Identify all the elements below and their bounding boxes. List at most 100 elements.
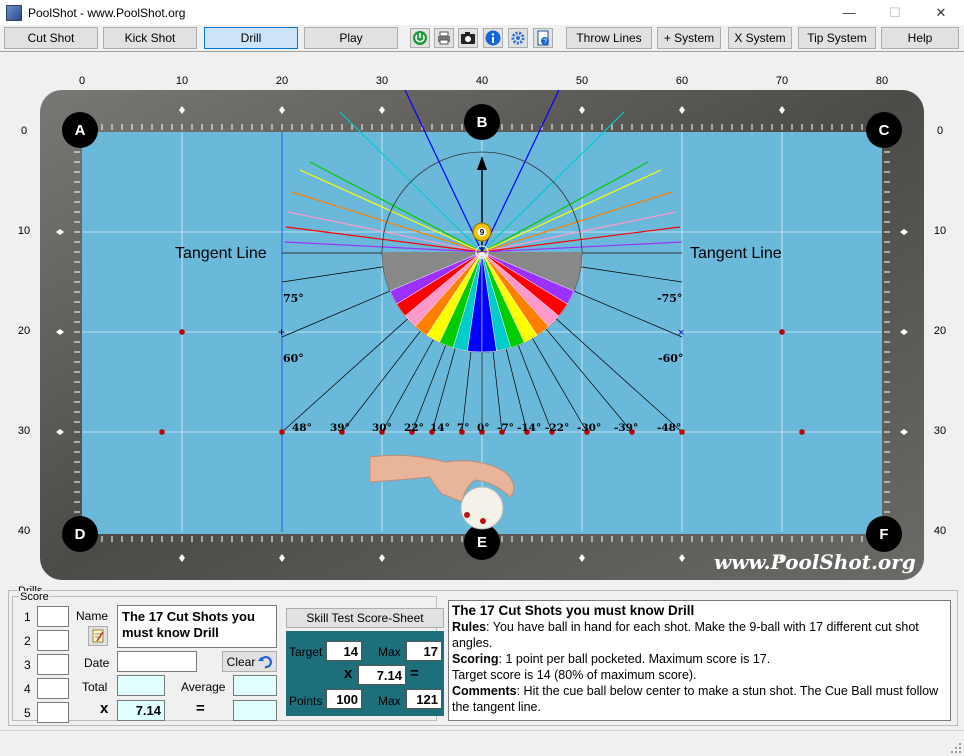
- close-icon: ✕: [935, 4, 947, 20]
- plus-system-button[interactable]: + System: [657, 27, 721, 49]
- power-button[interactable]: [410, 28, 430, 48]
- x-system-button[interactable]: X System: [728, 27, 792, 49]
- info-button[interactable]: [483, 28, 503, 48]
- notes-button[interactable]: [88, 626, 108, 646]
- pocket-label: E: [477, 534, 487, 551]
- undo-icon: [258, 655, 273, 668]
- tangent-line-label-left: Tangent Line: [175, 245, 267, 262]
- angle-label: 48°: [292, 422, 312, 434]
- comments-text: : Hit the cue ball below center to make …: [452, 684, 939, 714]
- average-field[interactable]: [233, 675, 277, 696]
- score-row-number: 4: [24, 682, 31, 696]
- camera-button[interactable]: [458, 28, 478, 48]
- skill-test-button[interactable]: Skill Test Score-Sheet: [286, 608, 444, 628]
- title-bar: PoolShot - www.PoolShot.org — ☐ ✕: [0, 0, 964, 25]
- window-title: PoolShot - www.PoolShot.org: [28, 5, 186, 20]
- points-value: 100: [326, 689, 362, 709]
- drill-name-field[interactable]: The 17 Cut Shots you must know Drill: [117, 605, 277, 648]
- x-axis-tick: 30: [375, 75, 389, 87]
- target-label: Target: [289, 645, 323, 659]
- max-label: Max: [378, 645, 401, 659]
- angle-label: -22°: [545, 422, 569, 434]
- x-axis-tick: 0: [78, 75, 86, 87]
- print-button[interactable]: [434, 28, 454, 48]
- drill-button[interactable]: Drill: [204, 27, 298, 49]
- scoring-text: : 1 point per ball pocketed. Maximum sco…: [498, 652, 771, 666]
- angle-label: 14°: [430, 422, 450, 434]
- target-score-text: Target score is 14 (80% of maximum score…: [452, 668, 697, 682]
- target-dot: [799, 429, 805, 435]
- power-icon: [413, 31, 427, 45]
- angle-label: -39°: [614, 422, 638, 434]
- angle-label: 22°: [404, 422, 424, 434]
- x-axis-tick: 10: [175, 75, 189, 87]
- angle-label: -7°: [497, 422, 514, 434]
- pocket-label: B: [477, 114, 488, 131]
- help-document-button[interactable]: ?: [533, 28, 553, 48]
- name-label: Name: [76, 609, 109, 623]
- score-input-4[interactable]: [37, 678, 69, 699]
- points-label: Points: [289, 694, 323, 708]
- drill-description[interactable]: The 17 Cut Shots you must know Drill Rul…: [448, 600, 951, 721]
- clear-button[interactable]: Clear: [222, 651, 277, 672]
- angle-label: 75°: [283, 292, 304, 305]
- resize-grip-icon[interactable]: [950, 742, 962, 754]
- y-axis-tick: 30: [933, 425, 947, 437]
- x-axis-tick: 20: [275, 75, 289, 87]
- settings-button[interactable]: [508, 28, 528, 48]
- angle-label: -48°: [657, 422, 681, 434]
- help-document-icon: ?: [537, 30, 549, 46]
- x-axis-tick: 70: [775, 75, 789, 87]
- watermark: www.PoolShot.org: [714, 550, 916, 574]
- y-axis-tick: 20: [933, 325, 947, 337]
- score-input-2[interactable]: [37, 630, 69, 651]
- pocket-label: A: [75, 122, 86, 139]
- pocket-label: D: [75, 526, 86, 543]
- print-icon: [438, 31, 450, 45]
- notepad-icon: [92, 629, 104, 643]
- rules-label: Rules: [452, 620, 487, 634]
- maximize-button[interactable]: ☐: [872, 0, 918, 25]
- score-input-1[interactable]: [37, 606, 69, 627]
- svg-text:?: ?: [543, 39, 547, 46]
- total-label: Total: [82, 680, 108, 694]
- close-button[interactable]: ✕: [918, 0, 964, 25]
- play-button[interactable]: Play: [304, 27, 398, 49]
- y-axis-tick: 30: [17, 425, 31, 437]
- x-axis-tick: 50: [575, 75, 589, 87]
- throw-lines-button[interactable]: Throw Lines: [566, 27, 652, 49]
- skill-equals-sign: =: [410, 665, 419, 682]
- tip-system-button[interactable]: Tip System: [798, 27, 876, 49]
- target-dot: [159, 429, 165, 435]
- cut-shot-button[interactable]: Cut Shot: [4, 27, 98, 49]
- target-dot: [779, 329, 785, 335]
- tangent-line-label-right: Tangent Line: [690, 245, 782, 262]
- angle-label: -30°: [577, 422, 601, 434]
- kick-shot-button[interactable]: Kick Shot: [103, 27, 197, 49]
- y-axis-tick: 0: [20, 125, 28, 137]
- y-axis-tick: 40: [17, 525, 31, 537]
- camera-icon: [461, 32, 475, 44]
- angle-label: -14°: [517, 422, 541, 434]
- y-axis-tick: 20: [17, 325, 31, 337]
- table-area: A B C D E F 9 + × Tangent Line Tangent Line 75° -…: [0, 51, 964, 587]
- date-field[interactable]: [117, 651, 197, 672]
- result-field[interactable]: [233, 700, 277, 721]
- max2-value: 121: [406, 689, 442, 709]
- angle-label: 0°: [477, 422, 490, 434]
- score-input-5[interactable]: [37, 702, 69, 723]
- minimize-button[interactable]: —: [826, 0, 872, 25]
- info-icon: [485, 30, 501, 46]
- angle-label: 30°: [372, 422, 392, 434]
- max-value: 17: [406, 641, 442, 661]
- total-field[interactable]: [117, 675, 165, 696]
- multiplier-field[interactable]: 7.14: [117, 700, 165, 721]
- y-axis-tick: 0: [936, 125, 944, 137]
- score-row-number: 2: [24, 634, 31, 648]
- date-label: Date: [84, 656, 110, 670]
- drills-panel: Drills Score Name The 17 Cut Shots you m…: [8, 585, 958, 726]
- help-button[interactable]: Help: [881, 27, 959, 49]
- minimize-icon: —: [842, 5, 856, 20]
- score-input-3[interactable]: [37, 654, 69, 675]
- average-label: Average: [181, 680, 226, 694]
